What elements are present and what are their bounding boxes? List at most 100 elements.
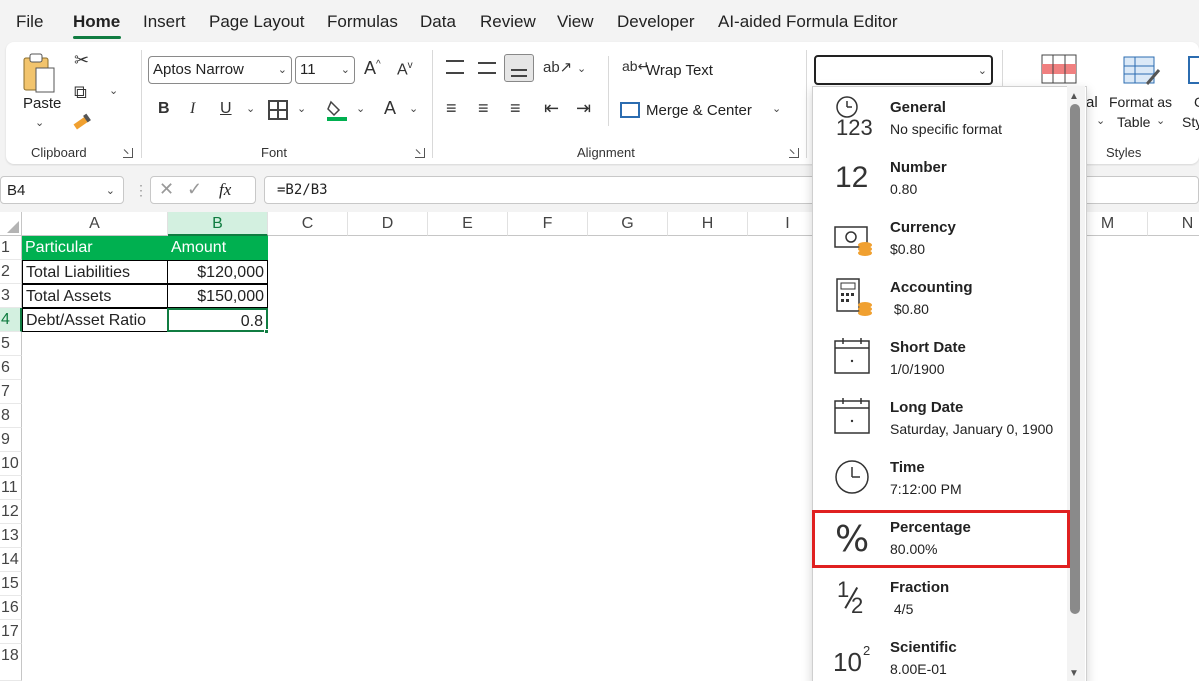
- row-header[interactable]: 13: [0, 524, 22, 548]
- cell-b2[interactable]: $120,000: [167, 260, 268, 284]
- row-header[interactable]: 15: [0, 572, 22, 596]
- conditional-chevron-icon[interactable]: ⌄: [1096, 114, 1105, 127]
- orientation-chevron-icon[interactable]: ⌄: [577, 62, 586, 75]
- underline-chevron-icon[interactable]: ⌄: [246, 102, 255, 115]
- clipboard-launcher-icon[interactable]: [123, 148, 133, 158]
- format-option-currency[interactable]: Currency $0.80: [813, 207, 1071, 267]
- align-center-icon[interactable]: ≡: [478, 98, 489, 119]
- middle-align-icon[interactable]: [478, 62, 496, 74]
- row-header[interactable]: 18: [0, 644, 22, 681]
- paste-button[interactable]: Paste: [23, 95, 61, 112]
- column-header-e[interactable]: E: [428, 212, 508, 236]
- row-header[interactable]: 10: [0, 452, 22, 476]
- decrease-indent-icon[interactable]: ⇤: [544, 98, 559, 119]
- column-header-n[interactable]: N: [1148, 212, 1199, 236]
- row-header[interactable]: 7: [0, 380, 22, 404]
- tab-insert[interactable]: Insert: [143, 12, 186, 32]
- tab-home[interactable]: Home: [73, 12, 120, 32]
- format-as-table-label[interactable]: Format as: [1109, 94, 1172, 110]
- merge-center-icon[interactable]: [620, 102, 640, 118]
- format-option-accounting[interactable]: Accounting $0.80: [813, 267, 1071, 327]
- fill-handle[interactable]: [264, 329, 269, 334]
- copy-icon[interactable]: ⧉: [74, 82, 87, 103]
- borders-icon[interactable]: [268, 100, 288, 120]
- wrap-text-button[interactable]: Wrap Text: [646, 62, 713, 79]
- format-option-general[interactable]: 123 General No specific format: [813, 87, 1071, 147]
- increase-indent-icon[interactable]: ⇥: [576, 98, 591, 119]
- cell-a4[interactable]: Debt/Asset Ratio: [22, 308, 168, 332]
- shrink-font-icon[interactable]: Av: [397, 60, 413, 79]
- row-header[interactable]: 4: [0, 308, 22, 332]
- row-header[interactable]: 16: [0, 596, 22, 620]
- row-header[interactable]: 2: [0, 260, 22, 284]
- paste-chevron-icon[interactable]: ⌄: [35, 116, 44, 129]
- format-painter-icon[interactable]: [72, 112, 94, 132]
- column-header-g[interactable]: G: [588, 212, 668, 236]
- conditional-formatting-icon[interactable]: [1041, 54, 1077, 84]
- dropdown-scroll-thumb[interactable]: [1070, 104, 1080, 614]
- font-launcher-icon[interactable]: [415, 148, 425, 158]
- alignment-launcher-icon[interactable]: [789, 148, 799, 158]
- row-header[interactable]: 12: [0, 500, 22, 524]
- bold-button[interactable]: B: [158, 100, 170, 118]
- cell-styles-label[interactable]: C: [1194, 94, 1199, 110]
- font-color-icon[interactable]: A: [384, 98, 396, 119]
- format-as-table-icon[interactable]: [1123, 54, 1163, 90]
- cell-b3[interactable]: $150,000: [167, 284, 268, 308]
- grow-font-icon[interactable]: A^: [364, 58, 381, 79]
- tab-developer[interactable]: Developer: [617, 12, 695, 32]
- align-right-icon[interactable]: ≡: [510, 98, 521, 119]
- enter-icon[interactable]: ✓: [187, 179, 202, 200]
- tab-file[interactable]: File: [16, 12, 43, 32]
- column-header-h[interactable]: H: [668, 212, 748, 236]
- number-format-combo[interactable]: ⌄: [814, 55, 993, 85]
- format-option-long-date[interactable]: Long Date Saturday, January 0, 1900: [813, 387, 1071, 447]
- column-header-b[interactable]: B: [168, 212, 268, 236]
- name-box[interactable]: B4 ⌄: [0, 176, 124, 204]
- align-left-icon[interactable]: ≡: [446, 98, 457, 119]
- scroll-down-icon[interactable]: ▼: [1069, 668, 1079, 679]
- select-all-corner[interactable]: [0, 212, 22, 236]
- column-header-c[interactable]: C: [268, 212, 348, 236]
- row-header[interactable]: 5: [0, 332, 22, 356]
- tab-ai-formula-editor[interactable]: AI-aided Formula Editor: [718, 12, 898, 32]
- italic-button[interactable]: I: [190, 100, 195, 118]
- format-option-number[interactable]: 12 Number 0.80: [813, 147, 1071, 207]
- cell-a3[interactable]: Total Assets: [22, 284, 168, 308]
- cell-a1[interactable]: Particular: [22, 236, 168, 260]
- row-header[interactable]: 3: [0, 284, 22, 308]
- merge-center-button[interactable]: Merge & Center: [646, 102, 752, 119]
- format-option-scientific[interactable]: 10 2 Scientific 8.00E-01: [813, 627, 1071, 681]
- tab-view[interactable]: View: [557, 12, 594, 32]
- cell-styles-label-2[interactable]: Sty: [1182, 114, 1199, 130]
- font-size-combo[interactable]: 11 ⌄: [295, 56, 355, 84]
- column-header-a[interactable]: A: [22, 212, 168, 236]
- row-header[interactable]: 6: [0, 356, 22, 380]
- column-header-f[interactable]: F: [508, 212, 588, 236]
- cut-icon[interactable]: ✂: [74, 50, 89, 71]
- cancel-icon[interactable]: ✕: [159, 179, 174, 200]
- top-align-icon[interactable]: [446, 60, 464, 74]
- borders-chevron-icon[interactable]: ⌄: [297, 102, 306, 115]
- conditional-formatting-label[interactable]: al: [1086, 94, 1098, 111]
- merge-chevron-icon[interactable]: ⌄: [772, 102, 781, 115]
- format-option-short-date[interactable]: Short Date 1/0/1900: [813, 327, 1071, 387]
- scroll-up-icon[interactable]: ▲: [1069, 91, 1079, 102]
- orientation-icon[interactable]: ab↗: [543, 58, 572, 76]
- format-option-fraction[interactable]: 1 2 Fraction 4/5: [813, 567, 1071, 627]
- row-header[interactable]: 11: [0, 476, 22, 500]
- format-table-chevron-icon[interactable]: ⌄: [1156, 114, 1165, 127]
- tab-formulas[interactable]: Formulas: [327, 12, 398, 32]
- row-header[interactable]: 1: [0, 236, 22, 260]
- tab-page-layout[interactable]: Page Layout: [209, 12, 304, 32]
- fill-color-icon[interactable]: [325, 98, 349, 122]
- row-header[interactable]: 8: [0, 404, 22, 428]
- cell-b4-selected[interactable]: 0.8: [167, 308, 268, 332]
- row-header[interactable]: 14: [0, 548, 22, 572]
- fill-color-chevron-icon[interactable]: ⌄: [356, 102, 365, 115]
- column-header-d[interactable]: D: [348, 212, 428, 236]
- format-as-table-label-2[interactable]: Table: [1117, 114, 1150, 130]
- bottom-align-icon[interactable]: [504, 54, 534, 82]
- cell-styles-icon[interactable]: [1188, 56, 1199, 84]
- row-header[interactable]: 17: [0, 620, 22, 644]
